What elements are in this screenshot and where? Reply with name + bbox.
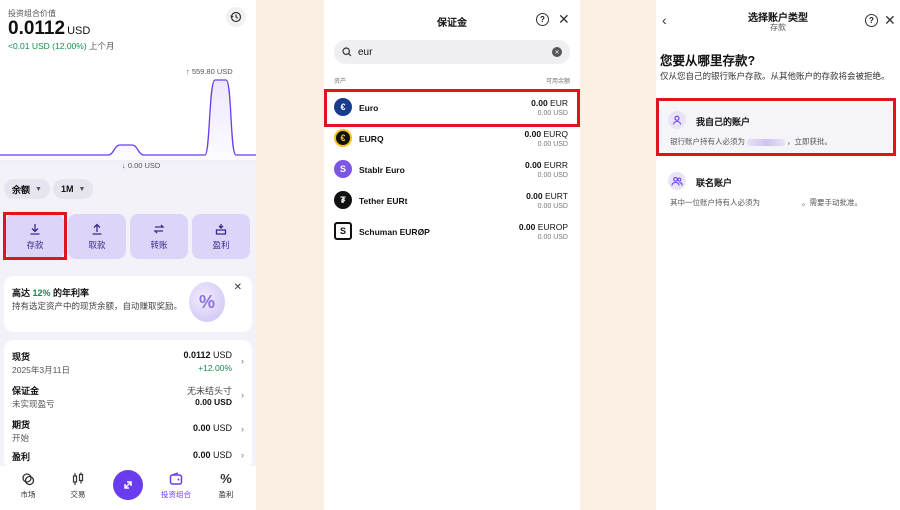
withdraw-button[interactable]: 取款 — [68, 214, 126, 259]
tether-coin-icon: ₮ — [334, 191, 352, 209]
history-button[interactable] — [226, 7, 246, 27]
clear-search-icon[interactable]: ✕ — [552, 47, 562, 57]
page-subtitle: 存款 — [770, 23, 786, 32]
earn-button[interactable]: 盈利 — [192, 214, 250, 259]
deposit-button[interactable]: 存款 — [6, 214, 64, 259]
list-item[interactable]: € Euro 0.00 EUR 0.00 USD — [332, 94, 572, 124]
help-icon[interactable]: ? — [536, 13, 549, 26]
chevron-right-icon: › — [241, 450, 244, 460]
margin-screen: 保证金 ? ✕ ✕ 资产 可用余额 € Euro 0.00 EUR 0.00 U… — [324, 0, 580, 510]
background-gap — [256, 0, 324, 510]
list-item[interactable]: S Stablr Euro 0.00 EURR 0.00 USD — [332, 156, 572, 186]
nav-earn[interactable]: % 盈利 — [206, 472, 246, 500]
chevron-right-icon: › — [241, 390, 244, 400]
portfolio-screen: 投资组合价值 0.0112 USD <0.01 USD (12.00%) 上个月 … — [0, 0, 256, 510]
joint-account-option[interactable]: 联名账户 其中一位账户持有人必须为 。需要手动批准。 — [660, 164, 894, 214]
schuman-coin-icon: S — [334, 222, 352, 240]
holdings-list: 现货 2025年3月11日 0.0112 USD +12.00% › 保证金 未… — [4, 340, 252, 470]
transfer-button[interactable]: 转账 — [130, 214, 188, 259]
nav-trade[interactable]: 交易 — [58, 472, 98, 500]
balance-dropdown[interactable]: 余额 ▼ — [4, 179, 50, 199]
promo-description: 持有选定资产中的现货余额，自动赚取奖励。 — [12, 301, 183, 311]
search-icon — [342, 47, 352, 57]
chart-high-label: ↑ 559.80 USD — [186, 67, 233, 76]
list-item[interactable]: 保证金 未实现盈亏 无未结头寸 0.00 USD › — [12, 384, 244, 414]
chevron-down-icon: ▼ — [78, 185, 86, 193]
own-account-option[interactable]: 我自己的账户 银行账户持有人必须为 ，立即获批。 — [660, 103, 894, 153]
users-icon — [668, 172, 686, 190]
candlestick-icon — [72, 472, 84, 485]
portfolio-change: <0.01 USD (12.00%) 上个月 — [8, 41, 115, 51]
search-bar: ✕ — [334, 40, 570, 64]
list-item[interactable]: ₮ Tether EURt 0.00 EURT 0.00 USD — [332, 187, 572, 217]
deposit-question: 您要从哪里存款? — [660, 54, 756, 68]
list-item[interactable]: S Schuman EURØP 0.00 EUROP 0.00 USD — [332, 218, 572, 248]
upload-icon — [92, 223, 102, 235]
swap-icon — [124, 481, 132, 489]
background-gap — [580, 0, 656, 510]
redacted-name — [747, 138, 785, 146]
markets-icon — [22, 473, 35, 486]
chevron-right-icon: › — [241, 424, 244, 434]
chart-low-label: ↓ 0.00 USD — [122, 161, 161, 170]
stablr-coin-icon: S — [334, 160, 352, 178]
close-icon[interactable]: ✕ — [558, 11, 570, 28]
close-icon[interactable]: ✕ — [234, 282, 242, 293]
chevron-right-icon: › — [241, 356, 244, 366]
promo-title: 高达 12% 的年利率 — [12, 288, 90, 298]
bottom-nav: 市场 交易 投资组合 % 盈利 — [0, 466, 256, 510]
portfolio-balance: 0.0112 USD — [8, 18, 91, 39]
search-input[interactable] — [358, 46, 538, 58]
help-icon[interactable]: ? — [865, 14, 878, 27]
euro-coin-icon: € — [334, 98, 352, 116]
account-type-screen: ‹ 选择账户类型 存款 ? ✕ 您要从哪里存款? 仅从您自己的银行账户存款。从其… — [656, 0, 900, 510]
deposit-description: 仅从您自己的银行账户存款。从其他账户的存款将会被拒绝。 — [660, 71, 890, 81]
column-header-asset: 资产 — [334, 79, 347, 85]
promo-card[interactable]: 高达 12% 的年利率 持有选定资产中的现货余额，自动赚取奖励。 % ✕ — [4, 276, 252, 332]
nav-markets[interactable]: 市场 — [8, 472, 48, 500]
list-item[interactable]: € EURQ 0.00 EURQ 0.00 USD — [332, 125, 572, 155]
close-icon[interactable]: ✕ — [884, 12, 896, 29]
redacted-name — [762, 199, 800, 207]
list-item[interactable]: 期货 开始 0.00 USD › — [12, 418, 244, 448]
download-icon — [30, 223, 40, 235]
history-icon — [230, 11, 242, 23]
eurq-coin-icon: € — [334, 129, 352, 147]
column-header-balance: 可用余额 — [545, 79, 570, 85]
percent-icon: % — [189, 282, 225, 322]
transfer-icon — [153, 224, 165, 233]
percent-icon: % — [220, 471, 232, 486]
earn-icon — [215, 223, 227, 235]
range-dropdown[interactable]: 1M ▼ — [53, 179, 93, 199]
nav-portfolio[interactable]: 投资组合 — [156, 472, 196, 500]
wallet-icon — [169, 472, 183, 485]
nav-trade-action-button[interactable] — [113, 470, 143, 500]
user-icon — [668, 111, 686, 129]
chevron-down-icon: ▼ — [35, 185, 42, 193]
list-item[interactable]: 现货 2025年3月11日 0.0112 USD +12.00% › — [12, 350, 244, 380]
balance-currency: USD — [67, 25, 91, 37]
portfolio-chart[interactable] — [0, 60, 256, 175]
